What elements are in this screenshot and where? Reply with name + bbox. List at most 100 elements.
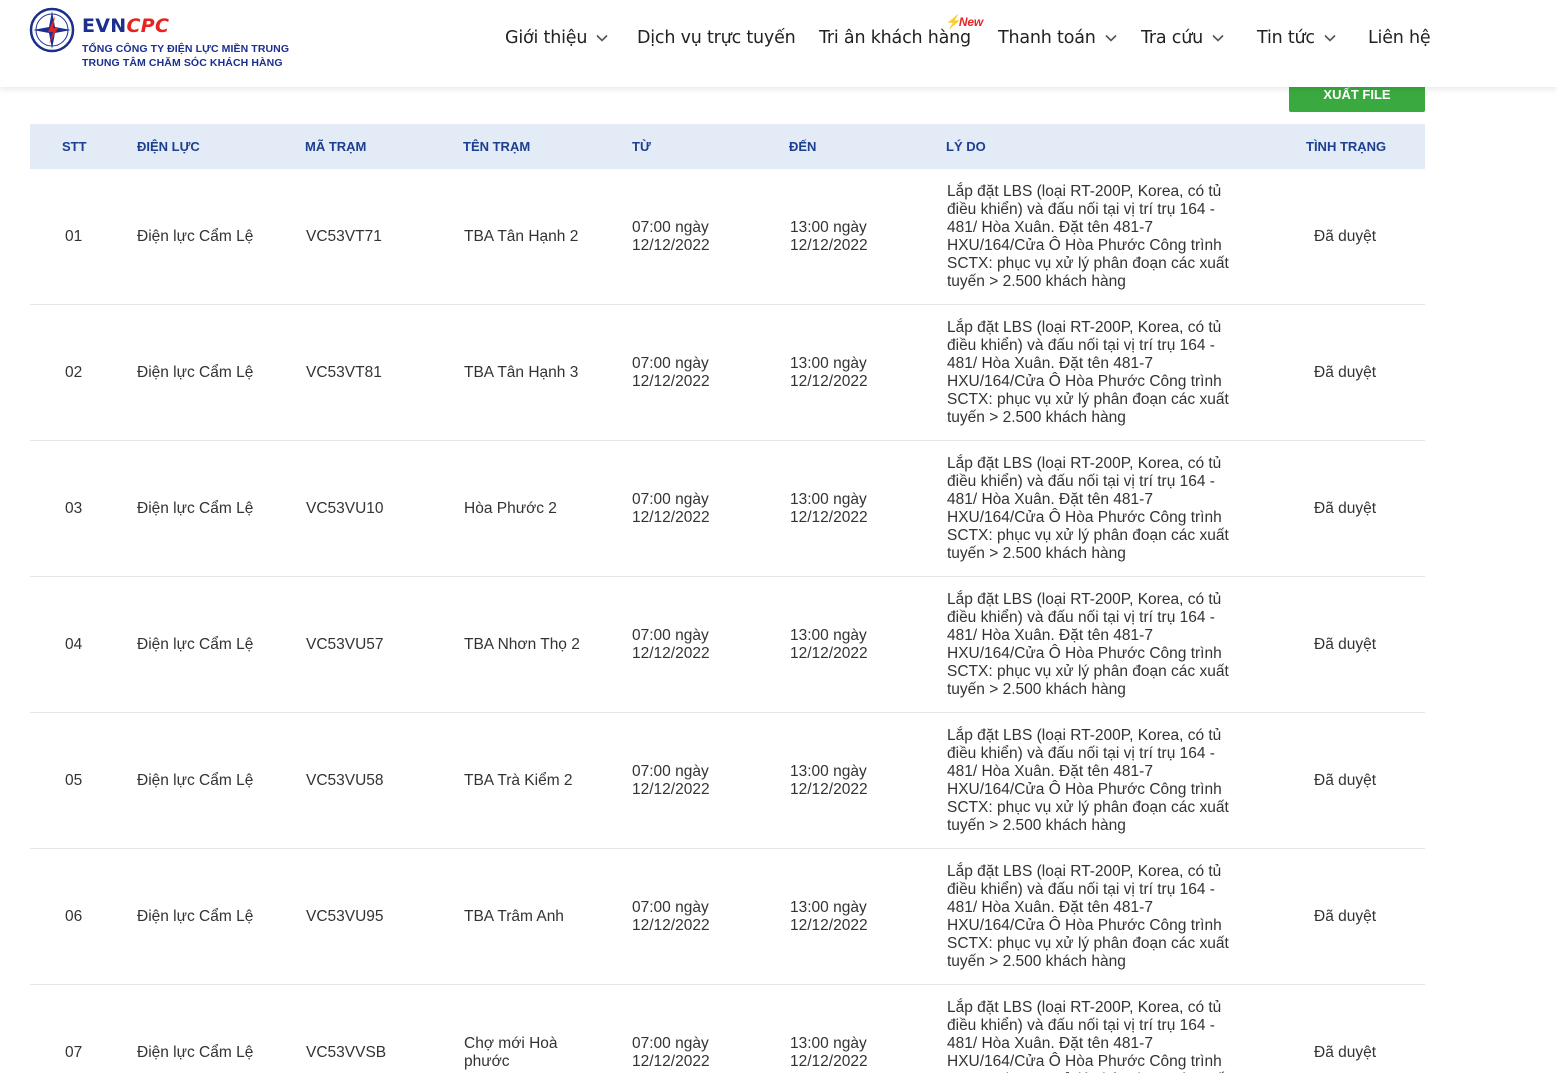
cell-dien-luc: Điện lực Cẩm Lệ [137, 227, 254, 245]
cell-stt: 07 [65, 1043, 83, 1061]
nav-item-label: Giới thiệu [505, 28, 588, 48]
header-tinh-trang: TÌNH TRẠNG [1306, 139, 1387, 154]
cell-tu-line: 07:00 ngày [632, 898, 709, 916]
cell-tu-line: 07:00 ngày [632, 218, 709, 236]
cell-tinh-trang: Đã duyệt [1314, 499, 1377, 517]
cell-den-line: 13:00 ngày [790, 490, 867, 508]
cell-tu-line: 07:00 ngày [632, 490, 709, 508]
cell-ma-tram: VC53VU10 [306, 499, 384, 517]
header-ly-do: LÝ DO [946, 139, 986, 154]
cell-den: 13:00 ngày 12/12/2022 [790, 491, 868, 527]
cell-den-line: 12/12/2022 [790, 916, 868, 934]
table-row: 04 Điện lực Cẩm Lệ VC53VU57 TBA Nhơn Thọ 2 0… [30, 577, 1425, 713]
cell-den: 13:00 ngày 12/12/2022 [790, 219, 868, 255]
cell-stt: 01 [65, 227, 83, 245]
cell-dien-luc: Điện lực Cẩm Lệ [137, 907, 254, 925]
evn-logo-icon [29, 7, 75, 53]
chevron-down-icon [596, 34, 608, 42]
header-stt: STT [62, 139, 87, 154]
cell-tu-line: 12/12/2022 [632, 1052, 710, 1070]
outage-table: STT ĐIỆN LỰC MÃ TRẠM TÊN TRẠM TỪ ĐẾN LÝ … [30, 124, 1425, 1073]
cell-tu: 07:00 ngày 12/12/2022 [632, 219, 710, 255]
cell-den-line: 12/12/2022 [790, 780, 868, 798]
cell-ma-tram: VC53VU58 [306, 771, 384, 789]
cell-ly-do: Lắp đặt LBS (loại RT-200P, Korea, có tủ … [947, 182, 1229, 290]
nav-item-label: Liên hệ [1368, 28, 1431, 48]
cell-stt: 05 [65, 771, 83, 789]
cell-tu-line: 07:00 ngày [632, 626, 709, 644]
cell-tinh-trang: Đã duyệt [1314, 771, 1377, 789]
cell-dien-luc: Điện lực Cẩm Lệ [137, 771, 254, 789]
cell-ly-do: Lắp đặt LBS (loại RT-200P, Korea, có tủ … [947, 318, 1229, 426]
logo[interactable]: EVNCPC TỔNG CÔNG TY ĐIỆN LỰC MIỀN TRUNG … [28, 6, 289, 70]
cell-tu: 07:00 ngày 12/12/2022 [632, 491, 710, 527]
header-ma-tram: MÃ TRẠM [305, 139, 367, 154]
cell-stt: 04 [65, 635, 83, 653]
cell-dien-luc: Điện lực Cẩm Lệ [137, 499, 254, 517]
cell-den: 13:00 ngày 12/12/2022 [790, 899, 868, 935]
cell-ten-tram: TBA Nhơn Thọ 2 [464, 635, 580, 653]
nav-item-label: Thanh toán [998, 28, 1096, 48]
header-dien-luc: ĐIỆN LỰC [137, 139, 200, 154]
cell-den: 13:00 ngày 12/12/2022 [790, 763, 868, 799]
cell-ten-tram: TBA Trâm Anh [464, 907, 564, 925]
nav-item-tin-tuc[interactable]: Tin tức [1257, 28, 1336, 48]
nav-item-lien-he[interactable]: Liên hệ [1368, 28, 1431, 48]
cell-ly-do: Lắp đặt LBS (loại RT-200P, Korea, có tủ … [947, 590, 1229, 698]
nav-item-label: Tri ân khách hàng [819, 28, 971, 48]
cell-tu: 07:00 ngày 12/12/2022 [632, 355, 710, 391]
table-row: 05 Điện lực Cẩm Lệ VC53VU58 TBA Trà Kiểm 2 0… [30, 713, 1425, 849]
cell-dien-luc: Điện lực Cẩm Lệ [137, 635, 254, 653]
cell-den: 13:00 ngày 12/12/2022 [790, 1035, 868, 1071]
cell-tu-line: 12/12/2022 [632, 644, 710, 662]
cell-ma-tram: VC53VU57 [306, 635, 384, 653]
cell-den-line: 12/12/2022 [790, 372, 868, 390]
cell-ly-do: Lắp đặt LBS (loại RT-200P, Korea, có tủ … [947, 998, 1229, 1073]
nav-item-thanh-toan[interactable]: Thanh toán [998, 28, 1117, 48]
table-row: 02 Điện lực Cẩm Lệ VC53VT81 TBA Tân Hạnh 3 0… [30, 305, 1425, 441]
table-header: STT ĐIỆN LỰC MÃ TRẠM TÊN TRẠM TỪ ĐẾN LÝ … [30, 124, 1425, 169]
cell-den-line: 12/12/2022 [790, 236, 868, 254]
cell-den-line: 12/12/2022 [790, 644, 868, 662]
cell-tu-line: 12/12/2022 [632, 916, 710, 934]
cell-tinh-trang: Đã duyệt [1314, 363, 1377, 381]
nav-item-tra-cuu[interactable]: Tra cứu [1141, 28, 1224, 48]
table-row: 07 Điện lực Cẩm Lệ VC53VVSB Chợ mới Hoà phư… [30, 985, 1425, 1073]
cell-ma-tram: VC53VU95 [306, 907, 384, 925]
cell-tu: 07:00 ngày 12/12/2022 [632, 627, 710, 663]
cell-tinh-trang: Đã duyệt [1314, 635, 1377, 653]
cell-tu-line: 07:00 ngày [632, 354, 709, 372]
cell-den-line: 13:00 ngày [790, 762, 867, 780]
chevron-down-icon [1105, 34, 1117, 42]
cell-stt: 03 [65, 499, 83, 517]
nav-item-tri-an-khach-hang[interactable]: Tri ân khách hàng ⚡New [819, 14, 983, 48]
cell-ly-do: Lắp đặt LBS (loại RT-200P, Korea, có tủ … [947, 454, 1229, 562]
cell-tu: 07:00 ngày 12/12/2022 [632, 899, 710, 935]
cell-den: 13:00 ngày 12/12/2022 [790, 627, 868, 663]
cell-ten-tram: TBA Trà Kiểm 2 [464, 771, 573, 789]
cell-stt: 06 [65, 907, 83, 925]
nav-item-label: Tin tức [1257, 28, 1315, 48]
tagline-line-1: TỔNG CÔNG TY ĐIỆN LỰC MIỀN TRUNG [82, 43, 290, 55]
nav-item-gioi-thieu[interactable]: Giới thiệu [505, 28, 608, 48]
cell-ten-tram: TBA Tân Hạnh 3 [464, 363, 579, 381]
table-row: 01 Điện lực Cẩm Lệ VC53VT71 TBA Tân Hạnh 2 0… [30, 169, 1425, 305]
cell-dien-luc: Điện lực Cẩm Lệ [137, 1043, 254, 1061]
site-header: EVNCPC TỔNG CÔNG TY ĐIỆN LỰC MIỀN TRUNG … [0, 0, 1557, 87]
cell-ten-tram: Hòa Phước 2 [464, 499, 557, 517]
cell-den-line: 13:00 ngày [790, 626, 867, 644]
cell-ly-do: Lắp đặt LBS (loại RT-200P, Korea, có tủ … [947, 862, 1229, 970]
cell-tu-line: 12/12/2022 [632, 236, 710, 254]
header-ten-tram: TÊN TRẠM [463, 139, 531, 154]
cell-den-line: 12/12/2022 [790, 1052, 868, 1070]
cell-tu-line: 07:00 ngày [632, 762, 709, 780]
cell-den: 13:00 ngày 12/12/2022 [790, 355, 868, 391]
cell-den-line: 13:00 ngày [790, 1034, 867, 1052]
cell-tu-line: 07:00 ngày [632, 1034, 709, 1052]
nav-item-dich-vu-truc-tuyen[interactable]: Dịch vụ trực tuyến [637, 28, 796, 48]
table-row: 03 Điện lực Cẩm Lệ VC53VU10 Hòa Phước 2 07:0… [30, 441, 1425, 577]
cell-ten-tram: TBA Tân Hạnh 2 [464, 227, 579, 245]
table-row: 06 Điện lực Cẩm Lệ VC53VU95 TBA Trâm Anh 07:… [30, 849, 1425, 985]
tagline-line-2: TRUNG TÂM CHĂM SÓC KHÁCH HÀNG [82, 57, 283, 69]
cell-tinh-trang: Đã duyệt [1314, 227, 1377, 245]
